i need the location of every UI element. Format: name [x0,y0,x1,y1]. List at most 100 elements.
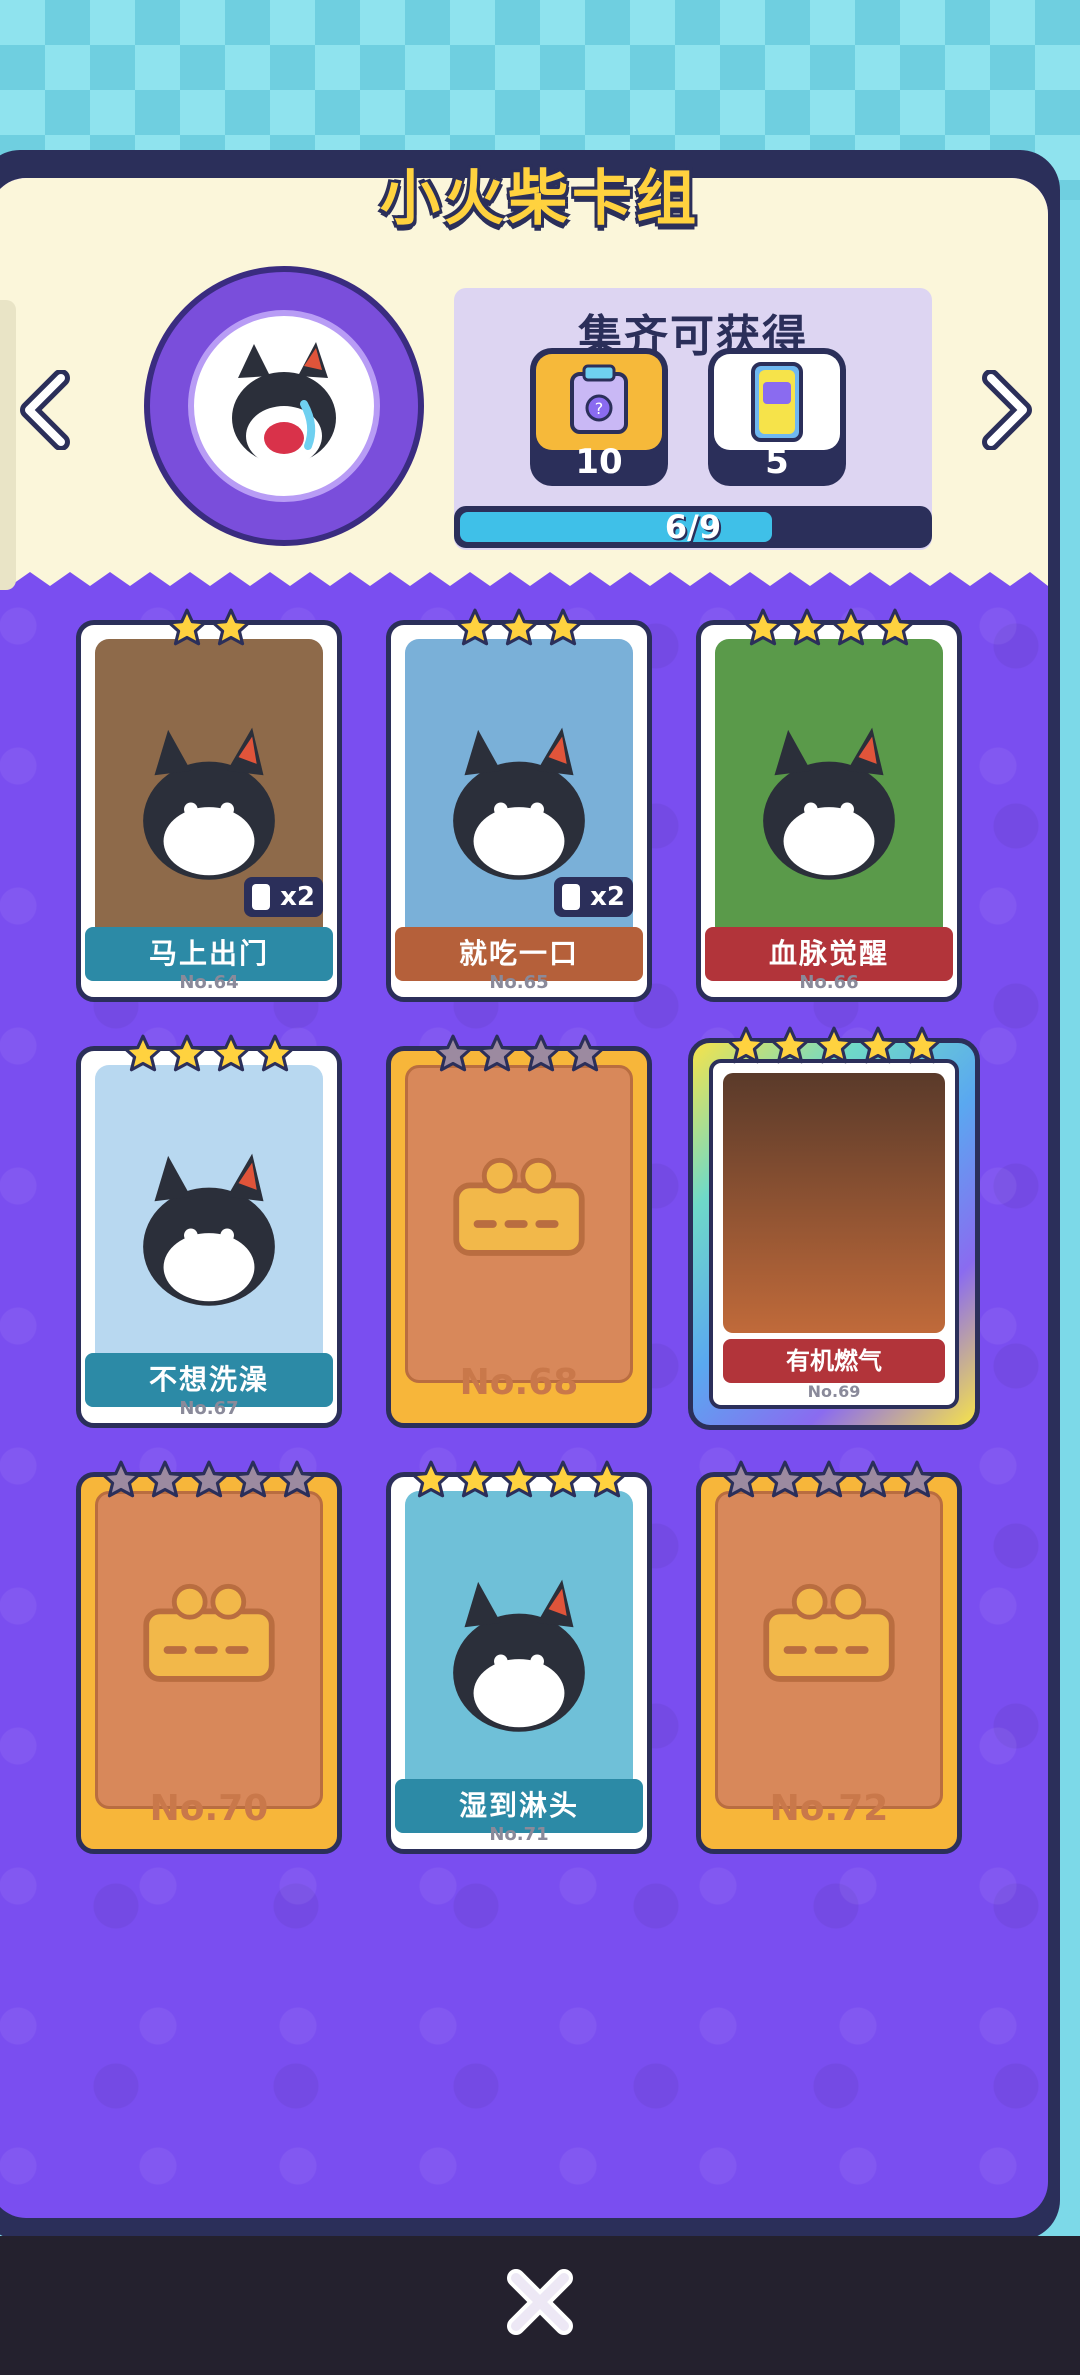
reward-card-pack[interactable]: 5 [708,348,846,486]
close-icon [507,2269,573,2335]
card-item[interactable]: No.72 [696,1460,962,1854]
star-icon [852,1459,894,1505]
star-rating [693,1025,975,1071]
card-number: No.68 [459,1362,579,1403]
next-deck-button[interactable] [970,365,1040,455]
reward-count: 10 [575,442,623,482]
star-icon [232,1459,274,1505]
card-item[interactable]: No.70 [76,1460,342,1854]
star-icon [586,1459,628,1505]
progress-text: 6/9 [664,508,722,546]
star-icon [769,1025,811,1071]
star-icon [764,1459,806,1505]
star-icon [188,1459,230,1505]
star-icon [476,1033,518,1079]
locked-card-back [95,1491,323,1809]
card-number: No.64 [179,972,239,993]
shiba-illustration-icon [143,1153,275,1306]
star-rating [391,1033,647,1079]
reward-mystery-box[interactable]: ? 10 [530,348,668,486]
star-rating [81,1459,337,1505]
close-button[interactable] [500,2262,580,2342]
star-icon [498,607,540,653]
card-art [95,1065,323,1383]
star-icon [857,1025,899,1071]
star-icon [786,607,828,653]
star-icon [100,1459,142,1505]
card-number: No.70 [149,1788,269,1829]
star-icon [725,1025,767,1071]
card-art [715,639,943,957]
star-icon [454,1459,496,1505]
star-icon [432,1033,474,1079]
mystery-box-icon: ? [536,354,662,450]
card-inner: 有机燃气 No.69 [709,1059,959,1409]
card-item[interactable]: No.68 [386,1034,652,1428]
star-rating [391,1459,647,1505]
shiba-illustration-icon [453,1579,585,1732]
star-rating [81,607,337,653]
star-icon [742,607,784,653]
star-icon [454,607,496,653]
star-icon [564,1033,606,1079]
star-icon [498,1459,540,1505]
card-title: 有机燃气 [723,1339,945,1383]
card-item[interactable]: 不想洗澡 No.67 [76,1034,342,1428]
reward-title: 集齐可获得 [578,311,808,362]
zigzag-divider [0,558,1048,586]
locked-card-back [715,1491,943,1809]
card-item[interactable]: 血脉觉醒 No.66 [696,608,962,1002]
card-item-special[interactable]: 有机燃气 No.69 [688,1026,980,1430]
card-art [405,1491,633,1809]
star-rating [701,607,957,653]
chevron-right-icon [982,370,1032,450]
star-icon [276,1459,318,1505]
star-icon [122,1033,164,1079]
card-back-emblem-icon [143,1583,275,1682]
card-number: No.66 [799,972,859,993]
card-back-emblem-icon [763,1583,895,1682]
duplicate-count-badge: x2 [244,877,323,917]
shiba-crying-icon [188,310,380,502]
card-item[interactable]: 湿到淋头 No.71 [386,1460,652,1854]
card-item[interactable]: 就吃一口 No.65 x2 [386,608,652,1002]
card-back-emblem-icon [453,1157,585,1256]
star-icon [874,607,916,653]
card-number: No.69 [807,1382,861,1401]
duplicate-count-badge: x2 [554,877,633,917]
card-pack-icon [714,354,840,450]
star-icon [720,1459,762,1505]
star-icon [896,1459,938,1505]
chevron-left-icon [20,370,70,450]
star-icon [144,1459,186,1505]
star-rating [701,1459,957,1505]
collection-progress-bar: 6/9 [454,506,932,548]
locked-card-back [405,1065,633,1383]
card-number: No.72 [769,1788,889,1829]
star-icon [901,1025,943,1071]
star-icon [166,1033,208,1079]
star-icon [830,607,872,653]
deck-avatar [144,266,424,546]
star-icon [542,607,584,653]
star-icon [813,1025,855,1071]
reward-count: 5 [765,442,789,482]
star-icon [410,1459,452,1505]
star-icon [808,1459,850,1505]
star-icon [254,1033,296,1079]
previous-deck-button[interactable] [12,365,82,455]
star-icon [542,1459,584,1505]
star-icon [210,1033,252,1079]
star-rating [81,1033,337,1079]
star-icon [166,607,208,653]
card-number: No.65 [489,972,549,993]
star-icon [520,1033,562,1079]
shiba-illustration-icon [763,727,895,880]
star-rating [391,607,647,653]
card-number: No.67 [179,1398,239,1419]
card-art [723,1073,945,1333]
card-number: No.71 [489,1824,549,1845]
svg-text:?: ? [595,399,604,418]
card-item[interactable]: 马上出门 No.64 x2 [76,608,342,1002]
star-icon [210,607,252,653]
